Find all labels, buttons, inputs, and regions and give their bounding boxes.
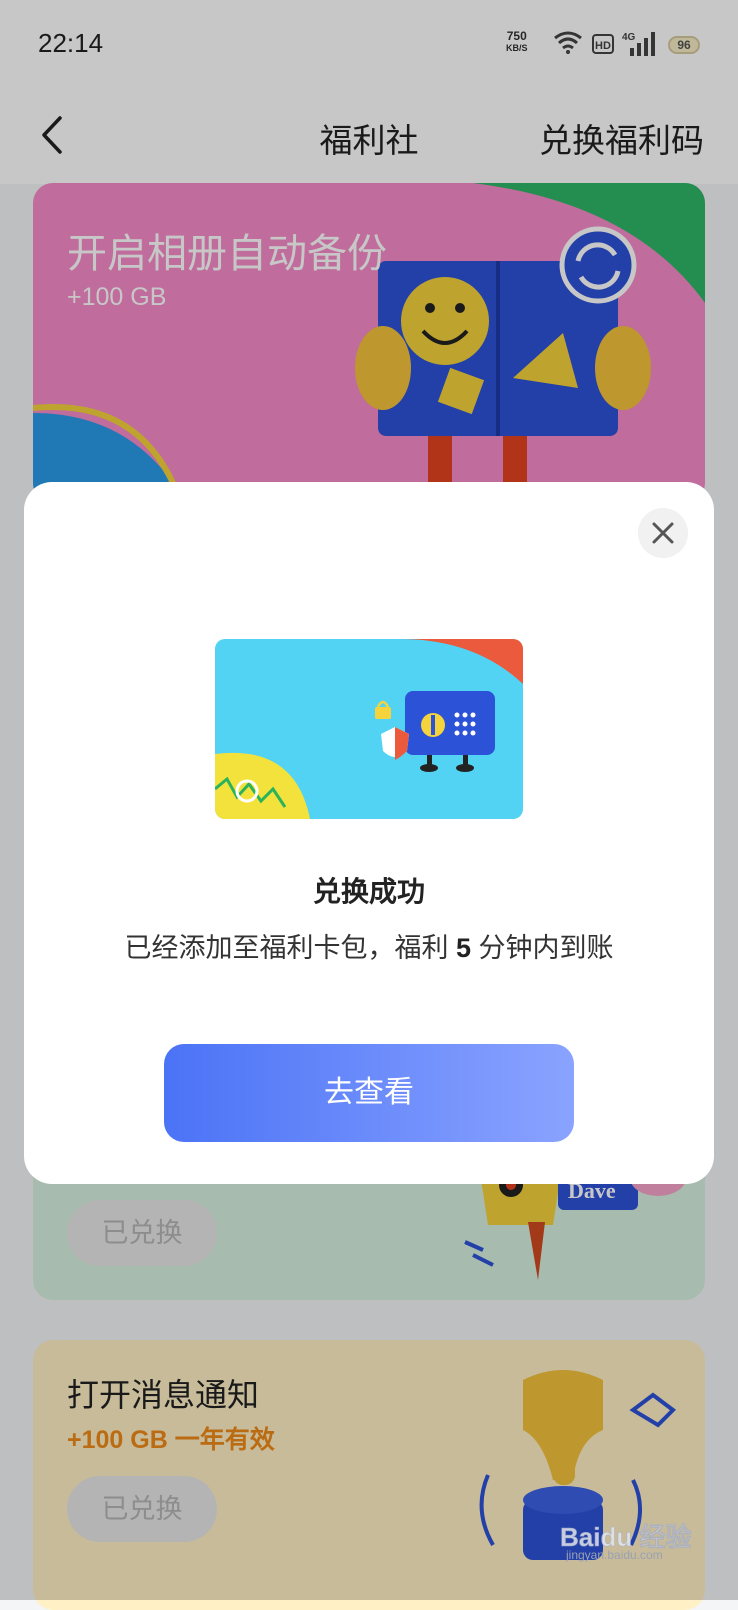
- dialog-message-number: 5: [455, 933, 472, 963]
- dialog-message-before: 已经添加至福利卡包，福利: [124, 933, 456, 963]
- redeem-success-dialog: 兑换成功 已经添加至福利卡包，福利 5 分钟内到账 去查看: [24, 482, 714, 1184]
- dialog-title: 兑换成功: [312, 876, 425, 907]
- close-icon[interactable]: [638, 508, 688, 558]
- dialog-message: 已经添加至福利卡包，福利 5 分钟内到账: [24, 926, 714, 965]
- dialog-message-after: 分钟内到账: [471, 933, 614, 963]
- view-button[interactable]: 去查看: [164, 1044, 574, 1142]
- wallet-safe-illustration: [215, 639, 523, 819]
- watermark-url: jingyan.baidu.com: [566, 1548, 663, 1562]
